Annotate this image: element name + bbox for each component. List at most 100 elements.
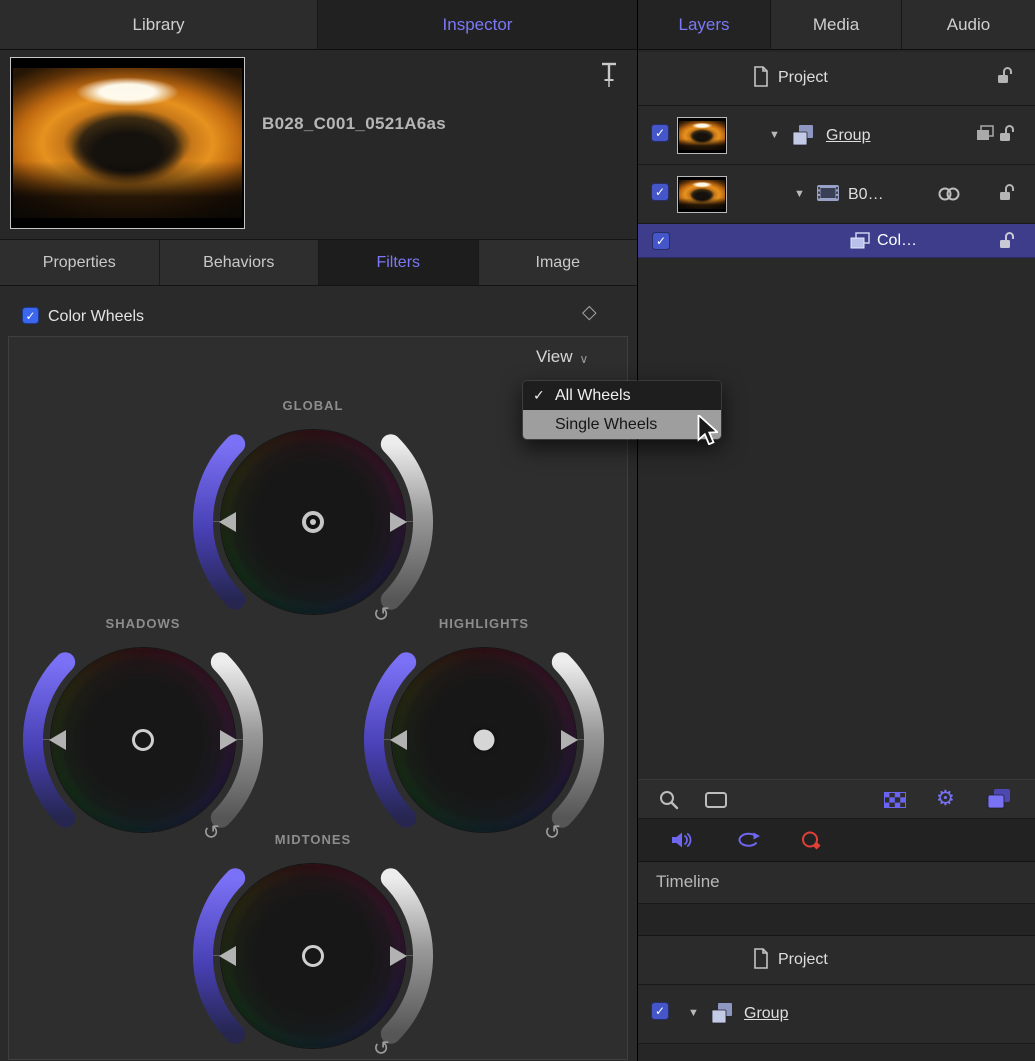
tab-audio[interactable]: Audio <box>901 0 1035 50</box>
chevron-down-icon: ∨ <box>580 352 589 366</box>
filter-name: Color Wheels <box>48 308 144 326</box>
tab-inspector-label: Inspector <box>443 15 513 35</box>
speaker-icon[interactable] <box>670 831 694 849</box>
audio-controls-bar <box>638 819 1035 862</box>
tab-media-label: Media <box>813 15 859 35</box>
lock-icon[interactable] <box>998 230 1015 250</box>
layer-row-project[interactable]: Project <box>638 52 1035 106</box>
view-dropdown-label: View <box>536 347 573 367</box>
layer-label[interactable]: Group <box>744 1005 788 1023</box>
right-arrow-icon[interactable] <box>220 730 237 750</box>
layer-label[interactable]: Group <box>826 127 870 145</box>
layer-checkbox[interactable]: ✓ <box>651 183 669 201</box>
view-menu: ✓ All Wheels Single Wheels <box>522 380 722 440</box>
timeline-title: Timeline <box>656 872 720 892</box>
checkerboard-icon[interactable] <box>884 792 906 808</box>
project-label: Project <box>778 69 828 87</box>
check-icon: ✓ <box>655 127 665 139</box>
loop-icon[interactable] <box>735 831 761 849</box>
frame-icon[interactable] <box>704 790 728 810</box>
reset-icon[interactable]: ↺ <box>544 820 561 844</box>
right-arrow-icon[interactable] <box>561 730 578 750</box>
layer-thumbnail <box>677 117 727 154</box>
gear-icon[interactable]: ⚙ <box>936 788 955 809</box>
document-icon <box>753 66 769 88</box>
inspector-sub-tabs: Properties Behaviors Filters Image <box>0 240 637 286</box>
timeline-row-group[interactable]: ✓ ▼ Group <box>638 985 1035 1044</box>
menu-item-all-wheels[interactable]: ✓ All Wheels <box>523 381 721 410</box>
tab-audio-label: Audio <box>947 15 990 35</box>
check-icon: ✓ <box>533 387 555 404</box>
menu-item-single-wheels[interactable]: Single Wheels <box>523 410 721 439</box>
preview-image <box>13 68 242 218</box>
layer-label[interactable]: Col… <box>877 232 917 250</box>
left-arrow-icon[interactable] <box>49 730 66 750</box>
lock-icon[interactable] <box>996 65 1013 85</box>
lock-icon[interactable] <box>998 182 1015 202</box>
motion-window: Library Inspector B028_C001_0521A6as Pro… <box>0 0 1035 1061</box>
menu-item-label: Single Wheels <box>555 416 657 434</box>
layer-thumbnail <box>677 176 727 213</box>
wheel-slider-arcs[interactable] <box>183 826 443 1061</box>
lock-icon[interactable] <box>998 123 1015 143</box>
layer-row-group[interactable]: ✓ ▼ Group <box>638 106 1035 165</box>
project-label: Project <box>778 951 828 969</box>
left-arrow-icon[interactable] <box>390 730 407 750</box>
layers-empty-area <box>638 258 1035 779</box>
wheel-puck[interactable] <box>302 511 324 533</box>
wheel-puck[interactable] <box>302 945 324 967</box>
layer-checkbox[interactable]: ✓ <box>651 124 669 142</box>
tab-library[interactable]: Library <box>0 0 318 50</box>
layers-toolbar: ⚙ <box>638 779 1035 819</box>
left-arrow-icon[interactable] <box>219 946 236 966</box>
timeline-row-project[interactable]: Project <box>638 936 1035 985</box>
right-arrow-icon[interactable] <box>390 946 407 966</box>
search-icon[interactable] <box>658 789 680 811</box>
check-icon: ✓ <box>25 310 35 322</box>
mouse-cursor <box>697 415 718 445</box>
menu-item-label: All Wheels <box>555 387 631 405</box>
timeline-header: Timeline <box>638 862 1035 904</box>
tab-layers-label: Layers <box>678 15 729 35</box>
record-icon[interactable] <box>800 830 824 852</box>
link-icon[interactable] <box>936 186 962 202</box>
group-icon <box>791 124 815 146</box>
check-icon: ✓ <box>655 186 665 198</box>
tab-properties-label: Properties <box>43 254 116 272</box>
wheel-puck[interactable] <box>474 730 495 751</box>
layers-stack-icon[interactable] <box>986 788 1012 810</box>
layer-checkbox[interactable]: ✓ <box>652 232 670 250</box>
tab-filters-label: Filters <box>376 254 420 272</box>
tab-inspector[interactable]: Inspector <box>318 0 637 50</box>
keyframe-diamond-icon[interactable]: ◇ <box>582 301 597 324</box>
reset-icon[interactable]: ↺ <box>373 1036 390 1060</box>
preview-thumbnail <box>10 57 245 229</box>
disclosure-triangle[interactable]: ▼ <box>794 188 805 200</box>
tab-image[interactable]: Image <box>479 240 638 285</box>
timeline-ruler-strip <box>638 904 1035 936</box>
check-icon: ✓ <box>656 235 666 247</box>
disclosure-triangle[interactable]: ▼ <box>769 129 780 141</box>
color-wheel-midtones[interactable]: MIDTONES ↺ <box>183 826 443 1061</box>
right-arrow-icon[interactable] <box>390 512 407 532</box>
group-icon <box>710 1002 734 1024</box>
tab-layers[interactable]: Layers <box>638 0 770 50</box>
filter-enable-checkbox[interactable]: ✓ <box>22 307 39 324</box>
check-icon: ✓ <box>655 1005 665 1017</box>
filter-stack-icon <box>849 231 871 251</box>
inspector-header: B028_C001_0521A6as <box>0 50 637 240</box>
tab-behaviors[interactable]: Behaviors <box>160 240 320 285</box>
left-arrow-icon[interactable] <box>219 512 236 532</box>
wheel-puck[interactable] <box>132 729 154 751</box>
disclosure-triangle[interactable]: ▼ <box>688 1007 699 1019</box>
tab-filters[interactable]: Filters <box>319 240 479 285</box>
tab-properties[interactable]: Properties <box>0 240 160 285</box>
layer-label[interactable]: B0… <box>848 186 884 204</box>
pin-icon[interactable] <box>598 60 620 90</box>
layer-row-clip[interactable]: ✓ ▼ B0… <box>638 165 1035 224</box>
layer-checkbox[interactable]: ✓ <box>651 1002 669 1020</box>
document-icon <box>753 948 769 970</box>
tab-media[interactable]: Media <box>770 0 901 50</box>
layer-row-color-wheels[interactable]: ✓ Col… <box>638 224 1035 258</box>
view-dropdown[interactable]: View ∨ <box>536 347 588 367</box>
